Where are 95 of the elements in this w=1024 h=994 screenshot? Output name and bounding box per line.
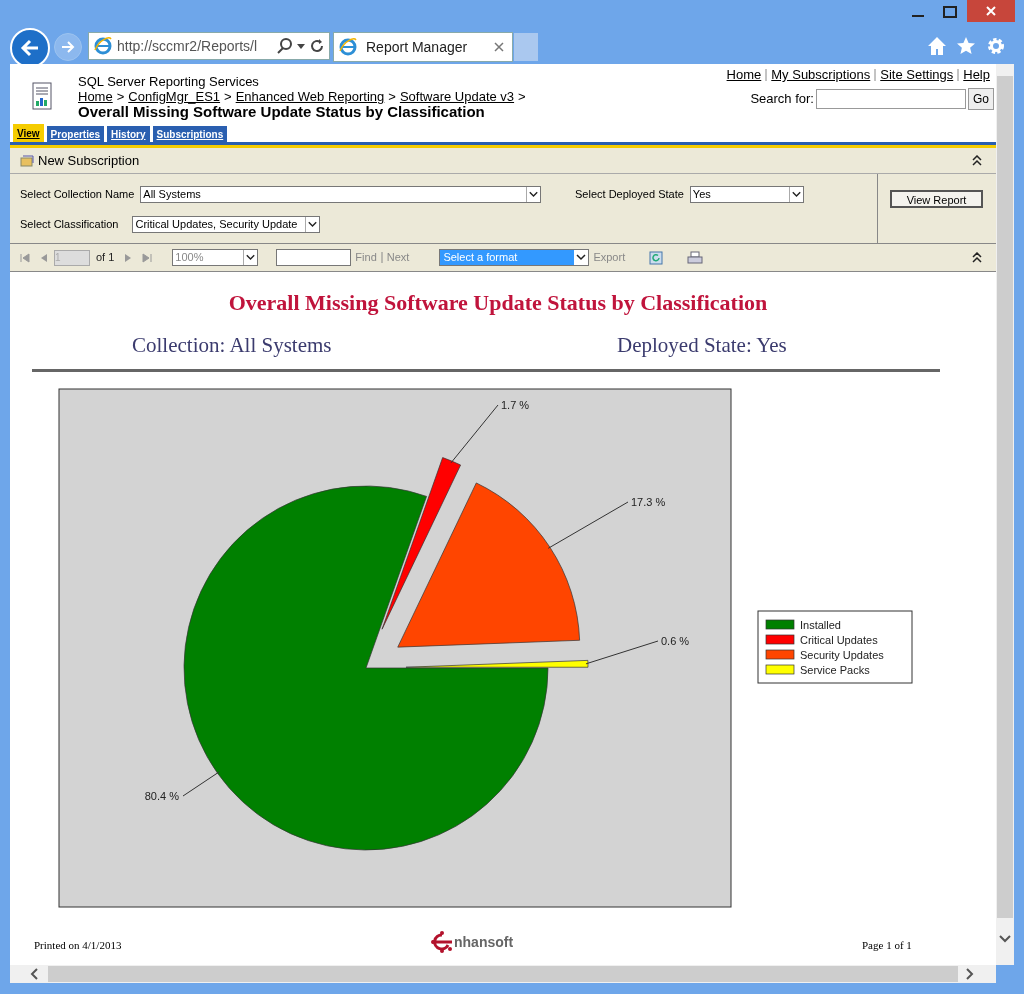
close-icon — [986, 6, 996, 16]
legend-swatch — [765, 649, 795, 660]
scrollbar-thumb[interactable] — [48, 966, 958, 982]
select-value: Critical Updates, Security Update — [135, 217, 299, 232]
deployed-state-select[interactable]: Yes — [689, 186, 804, 203]
settings-icon — [986, 36, 1006, 56]
link-divider-icon — [957, 68, 960, 81]
tab-title: Report Manager — [366, 37, 468, 57]
legend-label: Service Packs — [800, 664, 870, 676]
go-button[interactable]: Go — [968, 88, 994, 110]
parameter-label: Select Deployed State — [575, 187, 684, 203]
forward-button[interactable] — [54, 33, 82, 61]
maximize-icon — [943, 6, 957, 18]
select-value: 100% — [175, 250, 205, 265]
search-label: Search for: — [750, 90, 814, 109]
address-bar[interactable]: http://sccmr2/Reports/l — [88, 32, 330, 60]
header-link[interactable]: Home — [726, 65, 762, 85]
enhansoft-logo-icon — [430, 931, 454, 953]
deployed-state-heading: Deployed State: Yes — [617, 332, 787, 359]
close-button[interactable] — [967, 0, 1015, 22]
collapse-icon — [972, 252, 982, 263]
dropdown-caret-icon — [297, 43, 305, 49]
first-page-icon — [20, 252, 30, 263]
previous-page-icon — [40, 252, 48, 263]
legend-label: Security Updates — [800, 649, 884, 661]
new-subscription-link[interactable]: New Subscription — [38, 150, 140, 171]
dropdown-caret-icon — [243, 250, 258, 265]
tab[interactable]: Subscriptions — [152, 126, 228, 142]
browser-tab[interactable]: Report Manager — [333, 32, 513, 62]
select-value: All Systems — [143, 187, 202, 202]
slice-label: 80.4 % — [144, 790, 179, 802]
slice-label: 0.6 % — [661, 635, 690, 647]
collapse-icon — [972, 155, 982, 166]
refresh-icon — [309, 38, 325, 54]
logo-text: nhansoft — [454, 932, 514, 952]
header-link[interactable]: My Subscriptions — [771, 65, 871, 85]
collection-select[interactable]: All Systems — [140, 186, 542, 203]
breadcrumb-separator: > — [388, 88, 396, 106]
classification-select[interactable]: Critical Updates, Security Update — [132, 216, 321, 233]
dropdown-caret-icon — [305, 217, 320, 232]
forward-arrow-icon — [61, 41, 75, 53]
view-report-button[interactable]: View Report — [890, 190, 983, 208]
collection-heading: Collection: All Systems — [132, 332, 332, 359]
home-icon — [927, 36, 947, 56]
minimize-icon — [912, 15, 924, 17]
parameter-label: Select Classification — [20, 217, 119, 233]
find-field[interactable] — [276, 249, 352, 266]
slice-label: 17.3 % — [631, 496, 666, 508]
printed-date: Printed on 4/1/2013 — [34, 938, 122, 953]
leader-line — [450, 404, 499, 464]
scroll-down-icon — [999, 935, 1011, 943]
legend-swatch — [765, 619, 795, 630]
breadcrumb-separator: > — [518, 88, 526, 106]
dropdown-caret-icon — [788, 187, 803, 202]
star-icon — [956, 36, 976, 56]
address-text: http://sccmr2/Reports/l — [117, 36, 258, 56]
header-link[interactable]: Site Settings — [880, 65, 954, 85]
legend-label: Installed — [800, 619, 841, 631]
legend-swatch — [765, 664, 795, 675]
breadcrumb-separator: > — [224, 88, 232, 106]
scroll-left-icon — [30, 968, 38, 980]
legend-swatch — [765, 634, 795, 645]
link-divider-icon — [380, 252, 383, 263]
dropdown-caret-icon — [526, 187, 541, 202]
subscription-icon — [20, 154, 34, 167]
back-arrow-icon — [20, 39, 40, 57]
close-icon — [494, 42, 504, 52]
last-page-icon — [142, 252, 153, 263]
scroll-right-icon — [966, 968, 974, 980]
header-link[interactable]: Help — [963, 65, 990, 85]
link-divider-icon — [874, 68, 877, 81]
legend-label: Critical Updates — [800, 634, 878, 646]
scrollbar-thumb[interactable] — [997, 76, 1013, 918]
select-value: Yes — [692, 187, 712, 202]
page-indicator: Page 1 of 1 — [862, 938, 912, 953]
ie-logo-icon — [93, 36, 113, 56]
tab[interactable]: View — [13, 124, 44, 142]
link-divider-icon — [765, 68, 768, 81]
search-field[interactable] — [816, 89, 966, 109]
select-value: Select a format — [440, 250, 575, 265]
tab[interactable]: Properties — [46, 126, 105, 142]
report-title: Overall Missing Software Update Status by Classification — [227, 289, 769, 317]
print-icon — [687, 250, 704, 265]
search-icon — [277, 38, 293, 54]
report-document-icon — [31, 82, 53, 110]
leader-line — [182, 771, 220, 797]
page-count: of 1 — [96, 250, 115, 266]
tab[interactable]: History — [107, 126, 150, 142]
slice-label: 1.7 % — [501, 399, 530, 411]
parameter-label: Select Collection Name — [20, 187, 135, 203]
next-page-icon — [124, 252, 133, 263]
ie-logo-icon — [338, 37, 358, 57]
breadcrumb-separator: > — [116, 88, 125, 106]
refresh-icon — [649, 250, 664, 265]
zoom-select[interactable]: 100% — [172, 249, 259, 266]
